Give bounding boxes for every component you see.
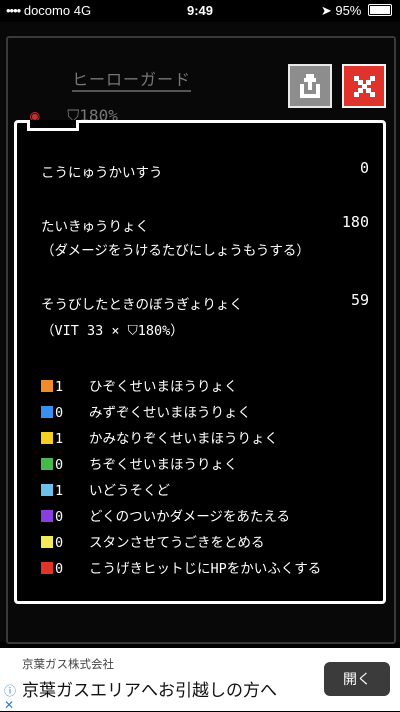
resistance-row: 0 こうげきヒットじにHPをかいふくする: [41, 557, 321, 577]
battery-icon: [368, 4, 392, 16]
ad-banner[interactable]: 京葉ガス株式会社 京葉ガスエリアへお引越しの方へ 開く ⓘ ✕: [0, 648, 400, 712]
resistance-row: 1 かみなりぞくせいまほうりょく: [41, 427, 278, 447]
battery-percent: 95%: [335, 3, 362, 18]
resistance-row: 1 ひぞくせいまほうりょく: [41, 375, 238, 395]
purchase-count-value: 0: [359, 159, 369, 177]
resistance-row: 0 どくのついかダメージをあたえる: [41, 505, 290, 525]
status-right: ➤ 95%: [321, 3, 392, 19]
boot-icon: [41, 484, 53, 496]
share-button[interactable]: [288, 64, 332, 108]
resistance-row: 0 ちぞくせいまほうりょく: [41, 453, 238, 473]
ad-headline[interactable]: 京葉ガスエリアへお引越しの方へ: [22, 676, 277, 701]
resistance-row: 0 スタンさせてうごきをとめる: [41, 531, 265, 551]
fire-icon: [41, 380, 53, 392]
ad-open-button[interactable]: 開く: [324, 662, 390, 696]
close-button[interactable]: [342, 64, 386, 108]
item-detail-dialog: こうにゅうかいすう 0 たいきゅうりょく 180 （ダメージをうけるたびにしょう…: [14, 120, 386, 604]
earth-icon: [41, 458, 53, 470]
durability-note: （ダメージをうけるたびにしょうもうする）: [41, 243, 310, 259]
stun-icon: [41, 536, 53, 548]
durability-value: 180: [341, 213, 369, 231]
ad-company: 京葉ガス株式会社: [22, 659, 114, 671]
defense-formula: （VIT 33 × ⛉180%）: [41, 323, 184, 339]
durability-label: たいきゅうりょく: [41, 219, 149, 235]
purchase-count-label: こうにゅうかいすう: [41, 165, 163, 181]
ad-close-icon[interactable]: ✕: [4, 698, 14, 712]
status-bar: •••• docomo 4G 9:49 ➤ 95%: [0, 0, 400, 22]
defense-value: 59: [350, 291, 369, 309]
poison-icon: [41, 510, 53, 522]
ad-info-icon[interactable]: ⓘ: [4, 682, 16, 699]
location-arrow-icon: ➤: [320, 3, 332, 18]
close-x-icon: [354, 76, 375, 97]
resistance-row: 0 みずぞくせいまほうりょく: [41, 401, 251, 421]
lightning-icon: [41, 432, 53, 444]
defense-label: そうびしたときのぼうぎょりょく: [41, 297, 243, 313]
heart-drain-icon: [41, 562, 53, 574]
water-icon: [41, 406, 53, 418]
resistance-row: 1 いどうそくど: [41, 479, 170, 499]
background-title: ヒーローガード: [72, 66, 192, 92]
share-upload-icon: [300, 74, 320, 98]
dialog-tab: [27, 120, 79, 131]
